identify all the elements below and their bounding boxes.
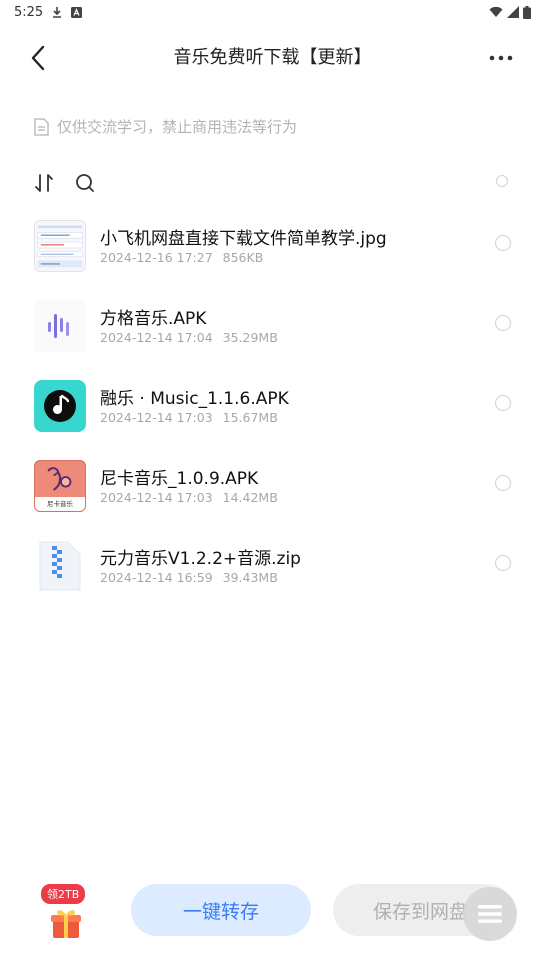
file-date: 2024-12-14 17:03 [100, 490, 213, 505]
image-thumbnail [34, 220, 86, 272]
chevron-left-icon [31, 45, 45, 71]
file-size: 35.29MB [222, 330, 278, 345]
search-icon [76, 174, 94, 192]
page-title: 音乐免费听下载【更新】 [173, 47, 372, 68]
file-item[interactable]: 融乐 · Music_1.1.6.APK 2024-12-14 17:03 15.… [0, 374, 545, 454]
gift-badge: 领2TB [41, 884, 86, 904]
status-bar: 5:25 [0, 0, 545, 24]
one-click-transfer-button[interactable]: 一键转存 [131, 884, 311, 936]
file-list: 小飞机网盘直接下载文件简单教学.jpg 2024-12-16 17:27 856K… [0, 214, 545, 614]
notification-a-icon [71, 6, 83, 18]
file-item[interactable]: 小飞机网盘直接下载文件简单教学.jpg 2024-12-16 17:27 856K… [0, 214, 545, 294]
file-name: 融乐 · Music_1.1.6.APK [100, 389, 289, 409]
file-item[interactable]: 尼卡音乐 尼卡音乐_1.0.9.APK 2024-12-14 17:03 14.4… [0, 454, 545, 534]
zip-file-icon [34, 540, 86, 592]
nika-icon-caption: 尼卡音乐 [35, 497, 85, 511]
nika-app-icon: 尼卡音乐 [34, 460, 86, 512]
file-size: 856KB [222, 250, 264, 265]
fangge-app-icon [34, 300, 86, 352]
file-date: 2024-12-14 16:59 [100, 570, 213, 585]
signal-icon [507, 6, 519, 18]
file-name: 元力音乐V1.2.2+音源.zip [100, 549, 301, 569]
floating-menu-button[interactable] [463, 887, 517, 941]
gift-box-icon [51, 910, 81, 938]
more-dots-icon [489, 55, 513, 61]
file-name: 尼卡音乐_1.0.9.APK [100, 469, 259, 489]
file-name: 方格音乐.APK [100, 309, 207, 329]
wifi-icon [489, 6, 503, 17]
file-name: 小飞机网盘直接下载文件简单教学.jpg [100, 229, 387, 249]
menu-lines-icon [478, 905, 502, 923]
battery-icon [523, 5, 531, 19]
file-meta: 2024-12-14 17:03 14.42MB [100, 490, 278, 505]
music-note-app-icon [34, 380, 86, 432]
file-item[interactable]: 元力音乐V1.2.2+音源.zip 2024-12-14 16:59 39.43M… [0, 534, 545, 614]
sort-icon [35, 174, 53, 192]
bottom-action-bar: 领2TB 一键转存 保存到网盘 [0, 878, 545, 948]
search-button[interactable] [72, 170, 98, 196]
file-meta: 2024-12-14 17:04 35.29MB [100, 330, 278, 345]
file-date: 2024-12-16 17:27 [100, 250, 213, 265]
status-time: 5:25 [14, 4, 44, 20]
file-select-radio[interactable] [495, 315, 511, 331]
top-bar: 音乐免费听下载【更新】 [0, 36, 545, 80]
download-status-icon [53, 7, 62, 18]
file-meta: 2024-12-16 17:27 856KB [100, 250, 263, 265]
file-select-radio[interactable] [495, 475, 511, 491]
file-select-radio[interactable] [495, 555, 511, 571]
file-item[interactable]: 方格音乐.APK 2024-12-14 17:04 35.29MB [0, 294, 545, 374]
file-size: 14.42MB [222, 490, 278, 505]
select-all-checkbox[interactable] [496, 175, 508, 187]
file-select-radio[interactable] [495, 235, 511, 251]
sort-button[interactable] [32, 170, 56, 196]
gift-promo-button[interactable]: 领2TB [38, 884, 94, 948]
notice-text: 仅供交流学习，禁止商用违法等行为 [57, 118, 298, 136]
more-options-button[interactable] [485, 44, 517, 72]
disclaimer-notice: 仅供交流学习，禁止商用违法等行为 [34, 116, 297, 137]
list-toolbar [32, 170, 512, 196]
back-button[interactable] [22, 42, 54, 74]
file-size: 15.67MB [222, 410, 278, 425]
file-size: 39.43MB [222, 570, 278, 585]
file-meta: 2024-12-14 17:03 15.67MB [100, 410, 278, 425]
file-meta: 2024-12-14 16:59 39.43MB [100, 570, 278, 585]
file-date: 2024-12-14 17:04 [100, 330, 213, 345]
file-select-radio[interactable] [495, 395, 511, 411]
file-date: 2024-12-14 17:03 [100, 410, 213, 425]
document-icon [34, 117, 49, 136]
